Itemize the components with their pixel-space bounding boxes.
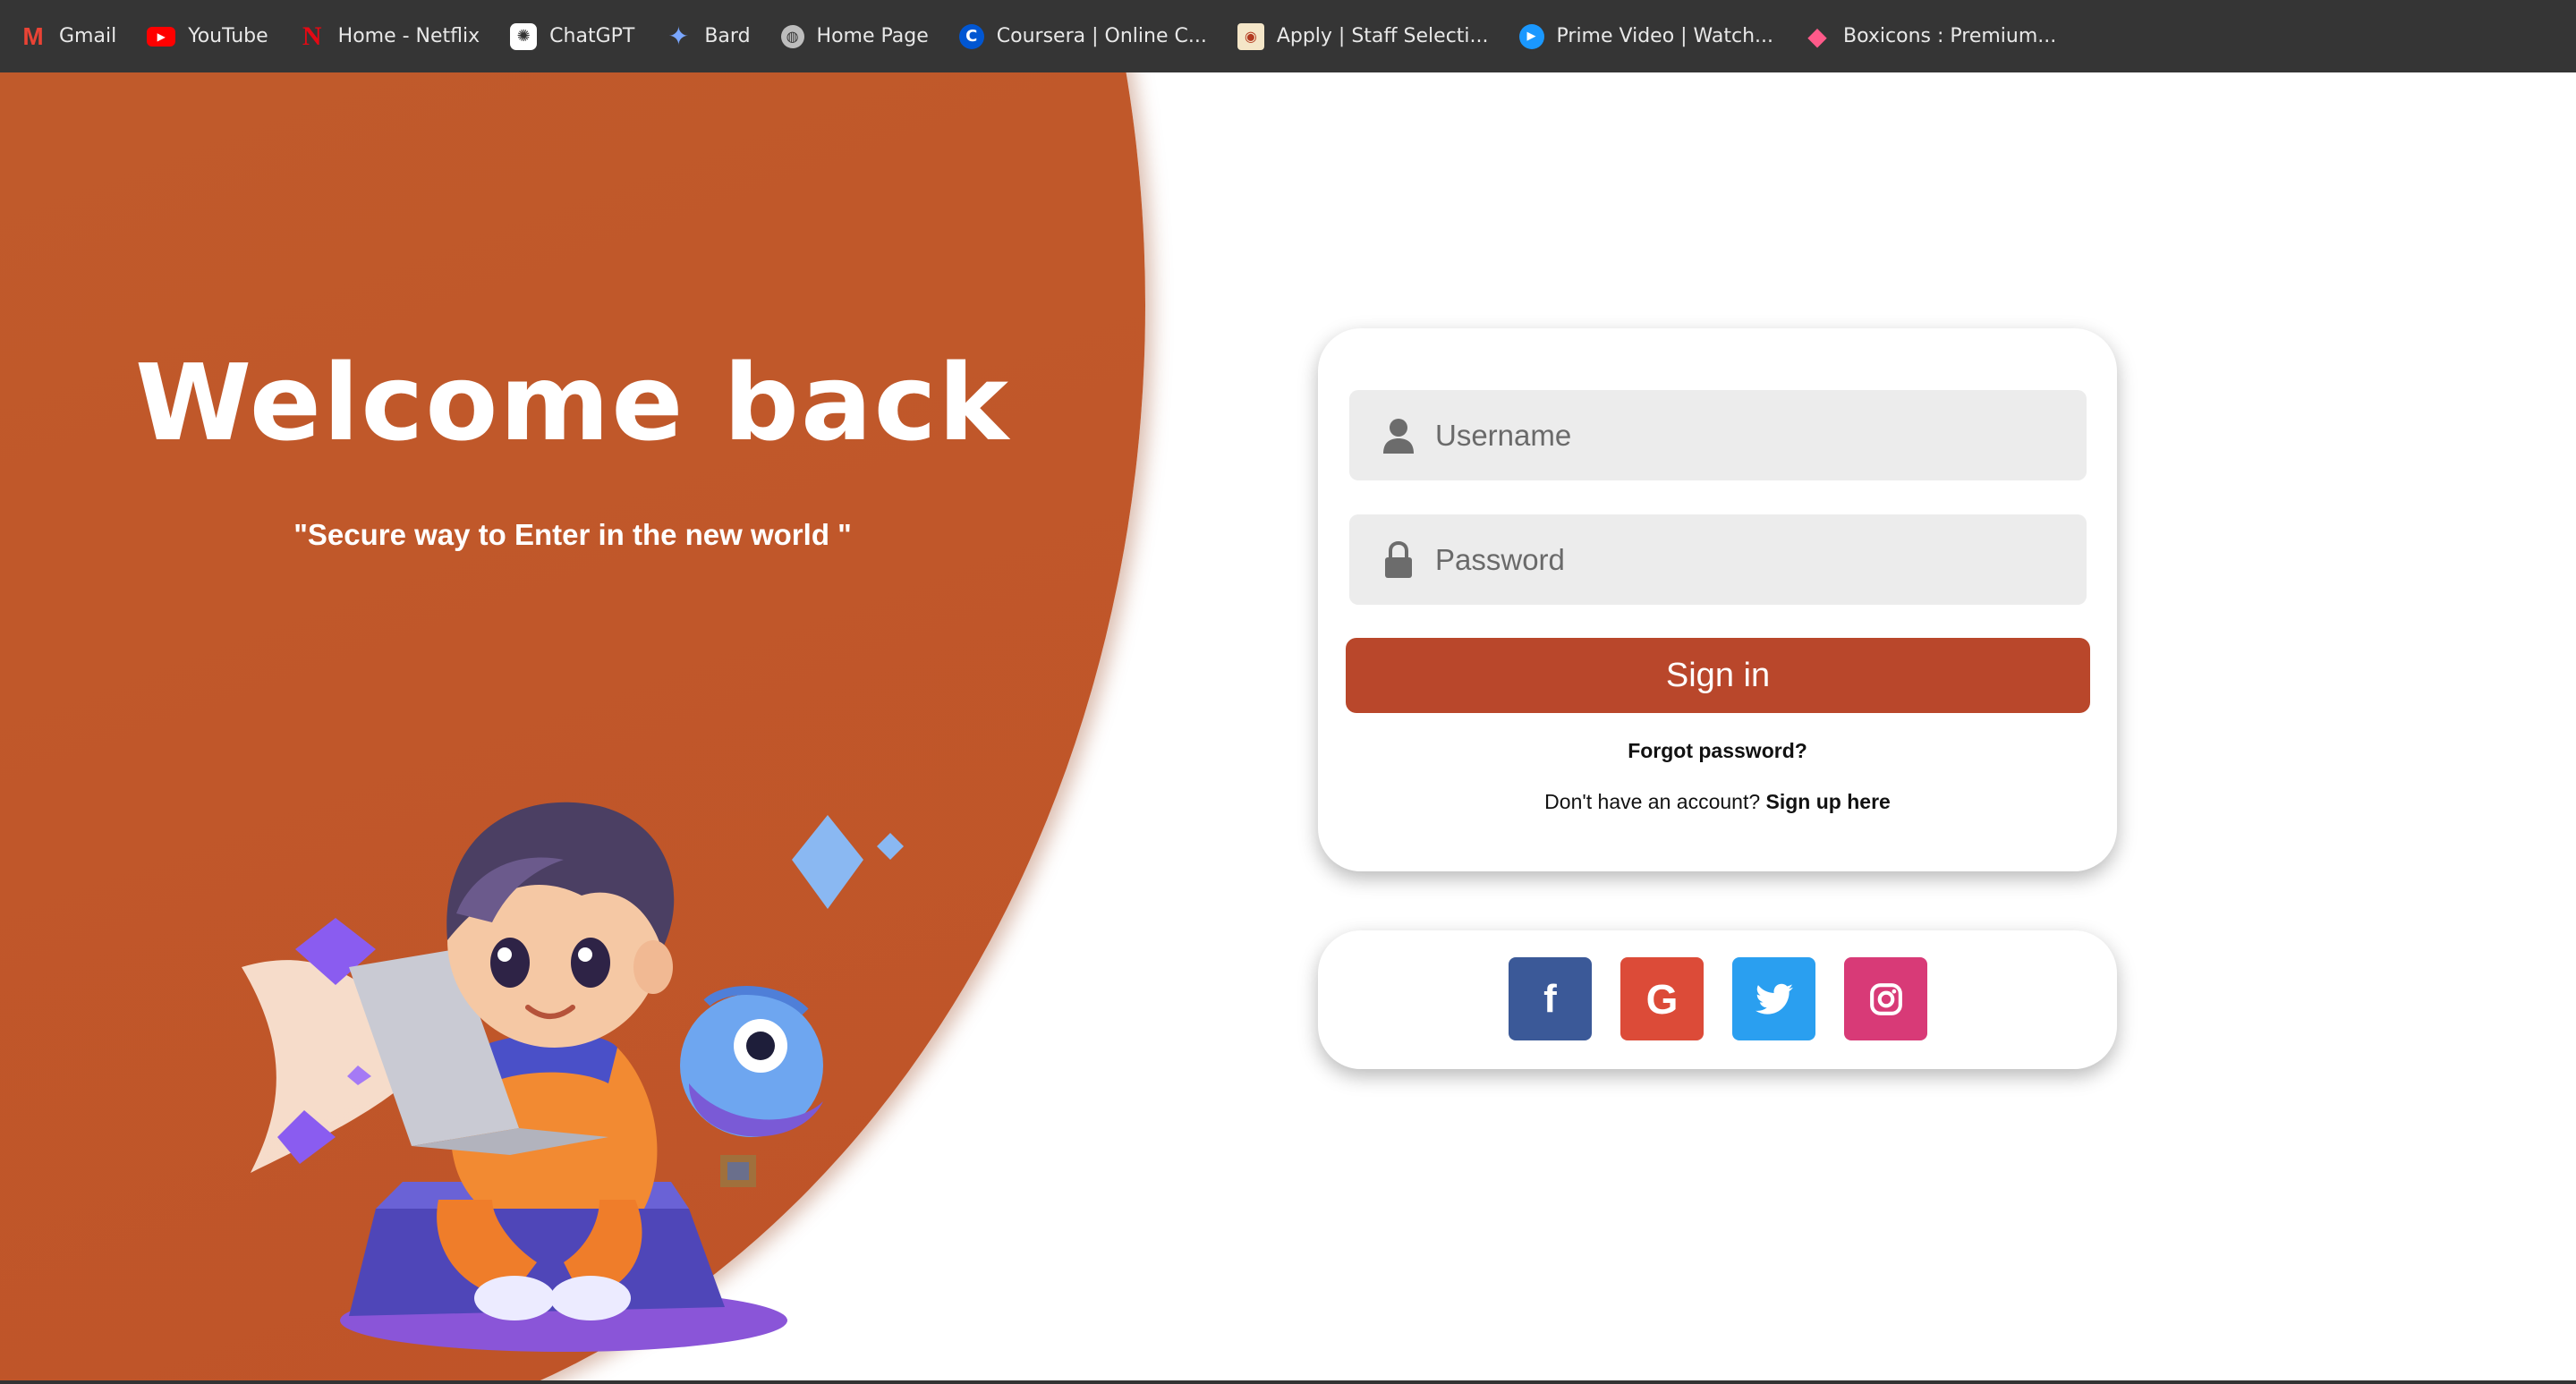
bookmark-label: Coursera | Online C... [996,25,1207,47]
signin-button[interactable]: Sign in [1346,638,2090,713]
bookmark-gmail[interactable]: M Gmail [20,21,117,50]
bookmark-label: YouTube [188,25,268,47]
google-icon: G [1645,975,1679,1023]
user-icon [1376,418,1421,454]
bard-icon: ✦ [667,21,690,51]
password-field [1349,514,2087,606]
username-field [1349,389,2087,481]
twitter-icon [1755,983,1793,1015]
bookmark-label: Gmail [59,25,117,47]
bookmark-label: Apply | Staff Selecti... [1276,25,1489,47]
boxicons-icon: ◆ [1807,21,1827,51]
bottom-border [0,1380,2576,1384]
gmail-icon: M [22,21,44,50]
bookmark-ssc[interactable]: ◉ Apply | Staff Selecti... [1237,22,1489,50]
ssc-icon: ◉ [1237,22,1264,50]
social-login-card: f G [1318,930,2117,1069]
google-button[interactable]: G [1620,957,1704,1040]
bookmark-label: Boxicons : Premium... [1843,25,2057,47]
social-buttons: f G [1509,957,1927,1040]
login-card: Sign in Forgot password? Don't have an a… [1318,328,2117,871]
bookmark-home-page[interactable]: ◍ Home Page [780,24,929,48]
instagram-button[interactable] [1844,957,1927,1040]
twitter-button[interactable] [1732,957,1815,1040]
hero-tagline: "Secure way to Enter in the new world " [293,518,852,551]
bookmark-netflix[interactable]: N Home - Netflix [299,21,480,51]
bookmark-boxicons[interactable]: ◆ Boxicons : Premium... [1804,21,2057,51]
prime-video-icon: ▶ [1518,23,1544,49]
chatgpt-icon: ✺ [510,22,538,50]
bookmark-prime-video[interactable]: ▶ Prime Video | Watch... [1518,23,1774,49]
coursera-icon: C [958,23,984,49]
signup-line: Don't have an account? Sign up here [1318,790,2117,814]
bookmark-chatgpt[interactable]: ✺ ChatGPT [510,22,635,50]
facebook-button[interactable]: f [1509,957,1592,1040]
boy-with-laptop-illustration [242,802,904,1352]
username-input[interactable] [1421,389,2087,481]
bookmark-bard[interactable]: ✦ Bard [665,21,751,51]
instagram-icon [1869,982,1902,1015]
bookmark-label: ChatGPT [549,25,635,47]
bookmark-youtube[interactable]: ▶ YouTube [147,25,268,47]
youtube-icon: ▶ [147,26,176,47]
signup-link[interactable]: Sign up here [1766,790,1891,813]
facebook-icon: f [1543,976,1557,1021]
password-input[interactable] [1421,514,2087,606]
netflix-icon: N [302,21,322,51]
bookmark-label: Prime Video | Watch... [1556,25,1774,47]
bookmark-label: Home - Netflix [337,25,480,47]
bookmark-label: Home Page [816,25,929,47]
welcome-title: Welcome back [134,341,1011,464]
signup-prompt: Don't have an account? [1544,790,1761,813]
globe-icon: ◍ [780,24,804,48]
bookmark-coursera[interactable]: C Coursera | Online C... [958,23,1207,49]
bookmark-label: Bard [704,25,751,47]
hero-section: Welcome back "Secure way to Enter in the… [0,72,2576,1384]
lock-icon [1376,540,1421,579]
forgot-password-link[interactable]: Forgot password? [1318,739,2117,763]
bookmarks-bar: M Gmail ▶ YouTube N Home - Netflix ✺ Cha… [0,0,2576,72]
